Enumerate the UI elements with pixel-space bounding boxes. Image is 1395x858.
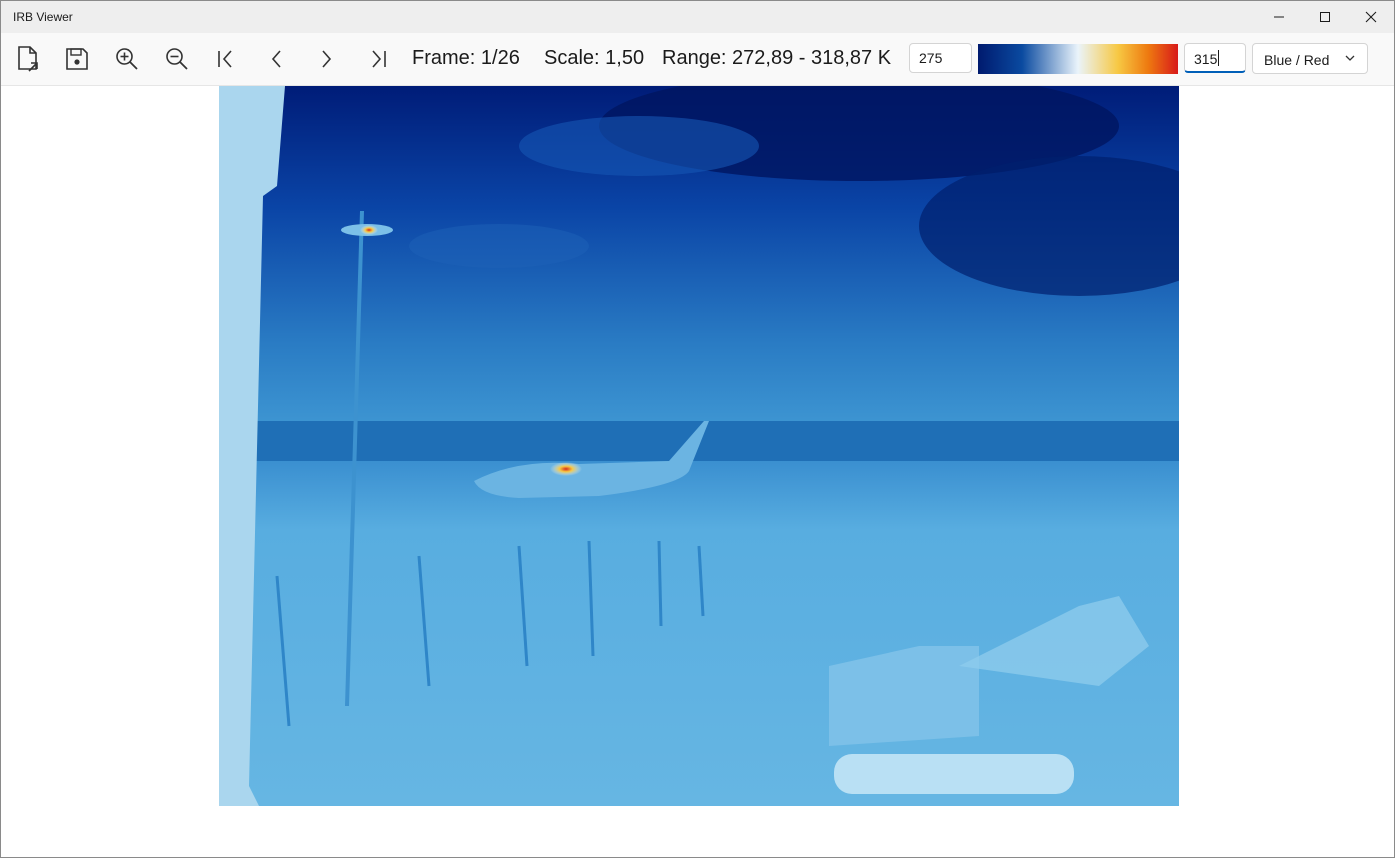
close-button[interactable] bbox=[1348, 1, 1394, 33]
save-icon bbox=[66, 48, 88, 70]
save-button[interactable] bbox=[60, 41, 94, 77]
chevron-right-icon bbox=[322, 50, 332, 68]
palette-colorbar bbox=[978, 44, 1178, 74]
max-value-text: 315 bbox=[1194, 51, 1218, 67]
title-bar: IRB Viewer bbox=[1, 1, 1394, 33]
last-frame-button[interactable] bbox=[360, 41, 394, 77]
minimize-button[interactable] bbox=[1256, 1, 1302, 33]
max-value-input[interactable]: 315 bbox=[1184, 43, 1246, 73]
open-file-icon bbox=[18, 46, 38, 72]
range-label: Range: 272,89 - 318,87 K bbox=[662, 47, 892, 69]
last-frame-icon bbox=[372, 50, 386, 68]
zoom-in-button[interactable] bbox=[110, 41, 144, 77]
thermal-image-canvas bbox=[219, 86, 1179, 806]
minimize-icon bbox=[1274, 16, 1284, 18]
palette-select-value: Blue / Red bbox=[1264, 52, 1330, 68]
open-file-button[interactable] bbox=[11, 41, 45, 77]
palette-select[interactable]: Blue / Red bbox=[1252, 43, 1368, 74]
next-frame-button[interactable] bbox=[309, 41, 343, 77]
chevron-left-icon bbox=[271, 50, 281, 68]
first-frame-button[interactable] bbox=[210, 41, 244, 77]
close-icon bbox=[1365, 11, 1377, 23]
thermal-image[interactable] bbox=[219, 86, 1179, 806]
chevron-down-icon bbox=[1345, 55, 1355, 61]
zoom-in-icon bbox=[116, 48, 138, 70]
frame-label: Frame: 1/26 bbox=[412, 47, 520, 69]
min-value-text: 275 bbox=[919, 50, 943, 66]
maximize-button[interactable] bbox=[1302, 1, 1348, 33]
min-value-input[interactable]: 275 bbox=[909, 43, 972, 73]
maximize-icon bbox=[1320, 12, 1330, 22]
first-frame-icon bbox=[218, 50, 232, 68]
zoom-out-icon bbox=[166, 48, 188, 70]
previous-frame-button[interactable] bbox=[260, 41, 294, 77]
window-title: IRB Viewer bbox=[13, 10, 73, 24]
app-window: IRB Viewer Frame: 1/26 Scale: 1,50 Range… bbox=[0, 0, 1395, 858]
scale-label: Scale: 1,50 bbox=[544, 47, 645, 69]
text-caret bbox=[1218, 50, 1220, 66]
zoom-out-button[interactable] bbox=[160, 41, 194, 77]
